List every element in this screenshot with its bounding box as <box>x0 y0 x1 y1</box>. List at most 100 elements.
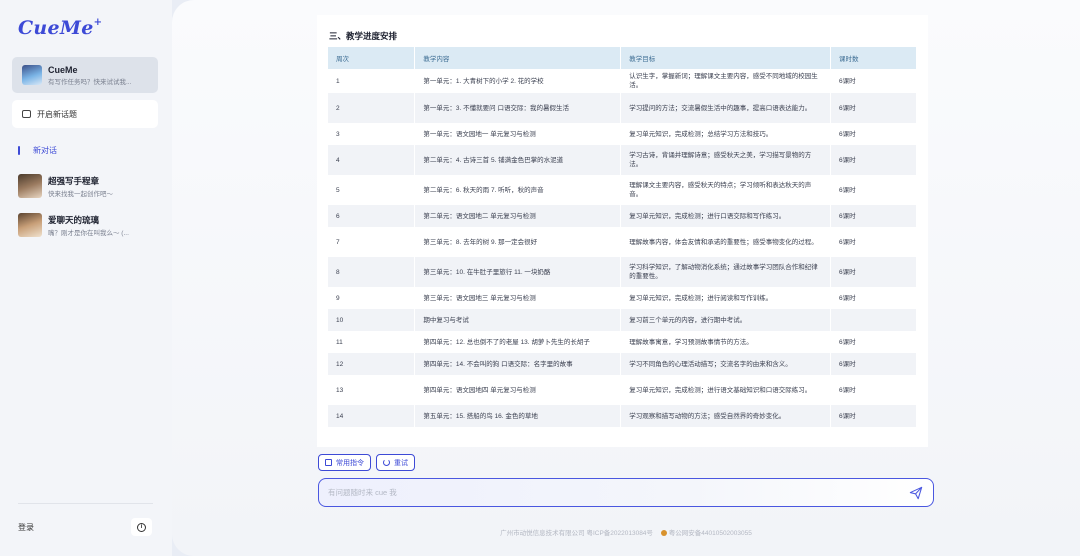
table-row: 3 第一单元：语文园地一 单元复习与检测 复习单元知识，完成检测；总结学习方法和技巧… <box>328 123 917 145</box>
table-cell: 第五单元：15. 搭船的鸟 16. 金色的草地 <box>414 405 622 427</box>
table-cell: 第三单元：语文园地三 单元复习与检测 <box>414 287 622 309</box>
column-header: 教学目标 <box>620 47 832 69</box>
table-row: 13 第四单元：语文园地四 单元复习与检测 复习单元知识，完成检测；进行语文基础知识… <box>328 375 917 405</box>
table-cell: 6课时 <box>830 93 917 123</box>
table-cell: 6课时 <box>830 405 917 427</box>
company-name: 广州市动悦信息技术有限公司 <box>500 530 585 537</box>
table-row: 11 第四单元：12. 总也倒不了的老屋 13. 胡萝卜先生的长胡子 理解故事寓意，… <box>328 331 917 353</box>
table-cell: 第三单元：10. 在牛肚子里旅行 11. 一块奶酪 <box>414 257 622 287</box>
table-cell: 理解故事内容，体会友情和承诺的重要性；感受事物变化的过程。 <box>620 227 832 257</box>
table-row: 14 第五单元：15. 搭船的鸟 16. 金色的草地 学习观察和描写动物的方法；感受… <box>328 405 917 427</box>
avatar <box>18 174 42 198</box>
table-cell: 8 <box>328 257 416 287</box>
table-row: 8 第三单元：10. 在牛肚子里旅行 11. 一块奶酪 学习科学知识，了解动物消化系… <box>328 257 917 287</box>
table-cell: 12 <box>328 353 416 375</box>
police-record-link[interactable]: 粤公网安备44010502003055 <box>669 530 752 537</box>
table-cell: 第一单元：3. 不懂就要问 口语交际：我的暑假生活 <box>414 93 622 123</box>
table-cell: 第三单元：8. 去年的树 9. 那一定会很好 <box>414 227 622 257</box>
table-cell: 2 <box>328 93 416 123</box>
retry-label: 重试 <box>394 459 408 467</box>
agent-name: CueMe <box>48 64 78 75</box>
active-indicator <box>18 145 20 155</box>
table-cell: 理解故事寓意，学习预测故事情节的方法。 <box>620 331 832 353</box>
column-header: 周次 <box>328 47 416 69</box>
retry-button[interactable]: 重试 <box>376 454 415 471</box>
table-cell: 认识生字，掌握新词；理解课文主要内容，感受不同地域的校园生活。 <box>620 69 832 93</box>
new-topic-label: 开启新话题 <box>37 109 77 119</box>
table-cell: 学习观察和描写动物的方法；感受自然界的奇妙变化。 <box>620 405 832 427</box>
table-cell: 学习古诗，背诵并理解诗意；感受秋天之美，学习描写景物的方法。 <box>620 145 832 175</box>
table-cell: 14 <box>328 405 416 427</box>
table-cell: 6课时 <box>830 375 917 405</box>
common-commands-button[interactable]: 常用指令 <box>318 454 371 471</box>
assistant-message: 三、教学进度安排 周次 教学内容 教学目标 课时数 1 第一单元：1. 大青树下的… <box>317 15 928 447</box>
table-cell: 学习不同角色的心理活动描写；交流名字的由来和含义。 <box>620 353 832 375</box>
commands-icon <box>325 459 332 466</box>
table-cell <box>830 309 917 331</box>
chat-input-box[interactable] <box>318 478 934 507</box>
table-row: 10 期中复习与考试 复习前三个单元的内容，进行期中考试。 <box>328 309 917 331</box>
common-commands-label: 常用指令 <box>336 459 364 467</box>
table-cell: 第二单元：4. 古诗三首 5. 铺满金色巴掌的水泥道 <box>414 145 622 175</box>
police-badge-icon <box>660 530 667 537</box>
login-link[interactable]: 登录 <box>18 522 34 533</box>
agent-desc: 有写作任务吗？快来试试我... <box>48 78 132 86</box>
sidebar-divider <box>18 503 153 504</box>
table-cell: 6课时 <box>830 331 917 353</box>
table-cell: 9 <box>328 287 416 309</box>
main-panel: 三、教学进度安排 周次 教学内容 教学目标 课时数 1 第一单元：1. 大青树下的… <box>172 0 1080 556</box>
schedule-table: 周次 教学内容 教学目标 课时数 1 第一单元：1. 大青树下的小学 2. 花的学… <box>328 47 917 427</box>
logo-spark-icon: + <box>93 17 103 28</box>
table-row: 12 第四单元：14. 不会叫的狗 口语交际：名字里的故事 学习不同角色的心理活动描… <box>328 353 917 375</box>
conversation-title: 新对话 <box>33 145 57 155</box>
table-cell: 6课时 <box>830 69 917 93</box>
table-cell: 11 <box>328 331 416 353</box>
conversation-name: 爱聊天的琉璃 <box>48 214 100 225</box>
table-cell: 第一单元：语文园地一 单元复习与检测 <box>414 123 622 145</box>
info-icon: i <box>137 522 146 532</box>
send-icon[interactable] <box>909 486 923 500</box>
conversation-desc: 嘴？刚才是你在叫我么～ (... <box>48 229 129 237</box>
table-cell: 复习单元知识，完成检测；进行口语交际和写作练习。 <box>620 205 832 227</box>
table-cell: 复习单元知识，完成检测；进行阅读和写作训练。 <box>620 287 832 309</box>
table-cell: 6课时 <box>830 123 917 145</box>
sidebar: CueMe+ CueMe 有写作任务吗？快来试试我... 开启新话题 新对话 超… <box>0 0 172 556</box>
avatar <box>18 213 42 237</box>
icp-link[interactable]: 粤ICP备2022013084号 <box>586 530 653 537</box>
new-topic-icon <box>22 110 31 118</box>
section-title: 三、教学进度安排 <box>329 31 398 41</box>
table-row: 4 第二单元：4. 古诗三首 5. 铺满金色巴掌的水泥道 学习古诗，背诵并理解诗意；… <box>328 145 917 175</box>
conversation-item[interactable]: 超强写手程章 快来找我一起创作吧～ <box>18 174 113 198</box>
table-cell: 1 <box>328 69 416 93</box>
table-cell: 期中复习与考试 <box>414 309 622 331</box>
table-cell: 6课时 <box>830 205 917 227</box>
new-topic-button[interactable]: 开启新话题 <box>12 100 158 128</box>
table-cell: 第四单元：语文园地四 单元复习与检测 <box>414 375 622 405</box>
table-cell: 6课时 <box>830 257 917 287</box>
table-cell: 6 <box>328 205 416 227</box>
table-cell: 13 <box>328 375 416 405</box>
table-header-row: 周次 教学内容 教学目标 课时数 <box>328 47 917 69</box>
table-row: 6 第二单元：语文园地二 单元复习与检测 复习单元知识，完成检测；进行口语交际和写作… <box>328 205 917 227</box>
table-row: 2 第一单元：3. 不懂就要问 口语交际：我的暑假生活 学习提问的方法；交流暑假生活… <box>328 93 917 123</box>
chat-input[interactable] <box>328 488 909 497</box>
column-header: 课时数 <box>830 47 917 69</box>
table-cell: 学习科学知识，了解动物消化系统；通过故事学习团队合作和纪律的重要性。 <box>620 257 832 287</box>
table-row: 1 第一单元：1. 大青树下的小学 2. 花的学校 认识生字，掌握新词；理解课文主要… <box>328 69 917 93</box>
footer: 广州市动悦信息技术有限公司 粤ICP备2022013084号 粤公网安备4401… <box>172 527 1080 537</box>
info-button[interactable]: i <box>131 518 152 536</box>
table-row: 5 第二单元：6. 秋天的雨 7. 听听，秋的声音 理解课文主要内容，感受秋天的特点… <box>328 175 917 205</box>
current-agent-card[interactable]: CueMe 有写作任务吗？快来试试我... <box>12 57 158 93</box>
table-cell: 复习前三个单元的内容，进行期中考试。 <box>620 309 832 331</box>
table-row: 9 第三单元：语文园地三 单元复习与检测 复习单元知识，完成检测；进行阅读和写作训练… <box>328 287 917 309</box>
table-row: 7 第三单元：8. 去年的树 9. 那一定会很好 理解故事内容，体会友情和承诺的重要… <box>328 227 917 257</box>
conversation-item-active[interactable]: 新对话 <box>18 145 57 155</box>
app-logo[interactable]: CueMe+ <box>18 17 102 39</box>
column-header: 教学内容 <box>414 47 622 69</box>
conversation-desc: 快来找我一起创作吧～ <box>48 190 113 198</box>
table-cell: 理解课文主要内容，感受秋天的特点；学习倾听和表达秋天的声音。 <box>620 175 832 205</box>
table-cell: 第四单元：14. 不会叫的狗 口语交际：名字里的故事 <box>414 353 622 375</box>
conversation-item[interactable]: 爱聊天的琉璃 嘴？刚才是你在叫我么～ (... <box>18 213 129 237</box>
table-cell: 7 <box>328 227 416 257</box>
table-cell: 6课时 <box>830 287 917 309</box>
